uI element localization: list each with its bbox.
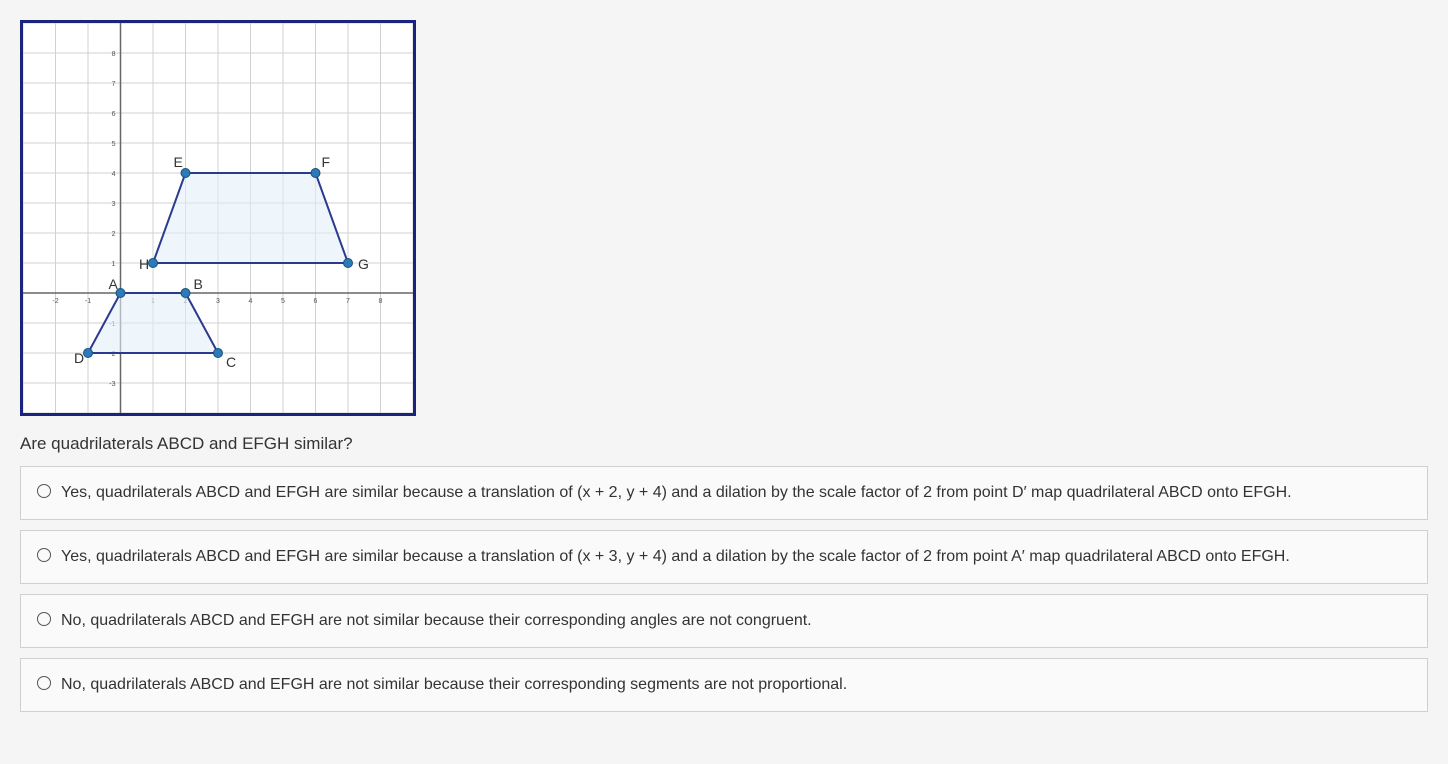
svg-text:4: 4 — [112, 171, 116, 178]
svg-text:5: 5 — [281, 298, 285, 305]
svg-text:G: G — [358, 256, 369, 272]
answer-option[interactable]: No, quadrilaterals ABCD and EFGH are not… — [20, 658, 1428, 712]
svg-text:3: 3 — [216, 298, 220, 305]
svg-text:C: C — [226, 354, 236, 370]
svg-text:6: 6 — [314, 298, 318, 305]
answer-option[interactable]: No, quadrilaterals ABCD and EFGH are not… — [20, 594, 1428, 648]
svg-text:B: B — [194, 276, 203, 292]
svg-text:7: 7 — [112, 81, 116, 88]
svg-text:E: E — [174, 154, 183, 170]
svg-text:8: 8 — [379, 298, 383, 305]
svg-text:D: D — [74, 350, 84, 366]
answer-option[interactable]: Yes, quadrilaterals ABCD and EFGH are si… — [20, 466, 1428, 520]
svg-text:-1: -1 — [85, 298, 91, 305]
svg-text:F: F — [322, 154, 331, 170]
radio-icon — [37, 484, 51, 498]
svg-text:6: 6 — [112, 111, 116, 118]
radio-icon — [37, 548, 51, 562]
option-label: Yes, quadrilaterals ABCD and EFGH are si… — [61, 481, 1411, 505]
answer-option[interactable]: Yes, quadrilaterals ABCD and EFGH are si… — [20, 530, 1428, 584]
radio-icon — [37, 612, 51, 626]
svg-text:8: 8 — [112, 51, 116, 58]
svg-text:7: 7 — [346, 298, 350, 305]
svg-text:3: 3 — [112, 201, 116, 208]
option-label: No, quadrilaterals ABCD and EFGH are not… — [61, 609, 1411, 633]
question-text: Are quadrilaterals ABCD and EFGH similar… — [20, 434, 1428, 454]
radio-icon — [37, 676, 51, 690]
svg-text:5: 5 — [112, 141, 116, 148]
svg-text:A: A — [109, 276, 119, 292]
svg-text:1: 1 — [112, 261, 116, 268]
svg-text:-2: -2 — [52, 298, 58, 305]
svg-text:-3: -3 — [109, 381, 115, 388]
svg-text:2: 2 — [112, 231, 116, 238]
option-label: No, quadrilaterals ABCD and EFGH are not… — [61, 673, 1411, 697]
svg-text:4: 4 — [249, 298, 253, 305]
svg-text:H: H — [139, 256, 149, 272]
coordinate-graph: -2-112345678-3-2-112345678ABCDEFGH — [20, 20, 416, 416]
option-label: Yes, quadrilaterals ABCD and EFGH are si… — [61, 545, 1411, 569]
